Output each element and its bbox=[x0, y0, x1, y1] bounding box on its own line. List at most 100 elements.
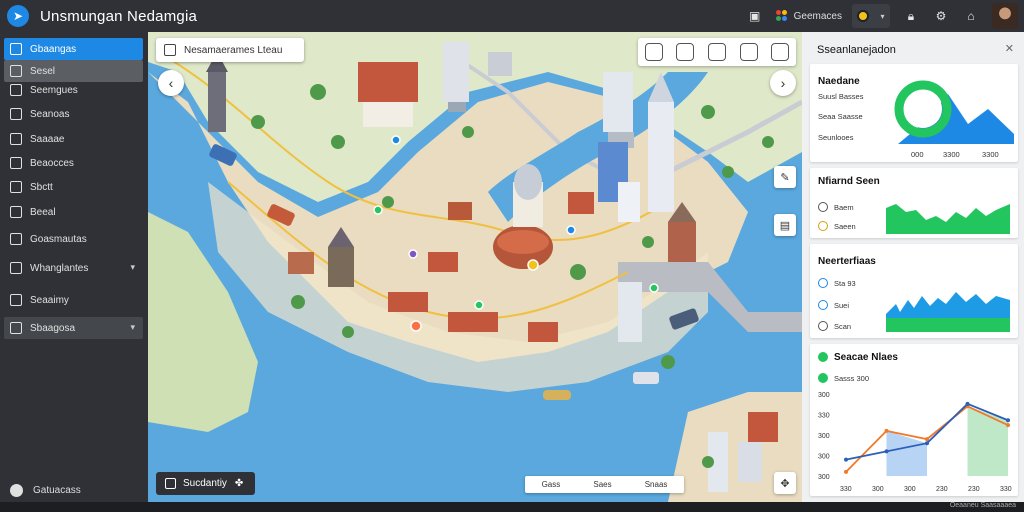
sidebar-item-0[interactable]: Gbaangas bbox=[4, 38, 143, 60]
summary-card: Naedane Suusl Basses Seaa Saasse Seunloo… bbox=[810, 64, 1018, 162]
data-point bbox=[884, 449, 889, 454]
sidebar-item-label: Gbaangas bbox=[30, 43, 77, 55]
app-logo-icon[interactable]: ➤ bbox=[7, 5, 29, 27]
map-illustration bbox=[148, 32, 802, 502]
sidebar-item-6[interactable]: Sbctt bbox=[4, 176, 143, 198]
map-icon bbox=[10, 43, 22, 55]
chart-icon bbox=[10, 181, 22, 193]
card-line: Suusl Basses bbox=[818, 92, 864, 101]
map-ctrl-print[interactable]: ▤ bbox=[774, 214, 796, 236]
radio-label: Suei bbox=[834, 301, 850, 310]
bar-area-chart bbox=[886, 292, 1010, 332]
data-point bbox=[844, 457, 848, 462]
card-title: Nfiarnd Seen bbox=[818, 176, 880, 187]
sidebar-footer-label: Gatuacass bbox=[33, 484, 81, 496]
map-ctrl-pan[interactable]: ✥ bbox=[774, 472, 796, 494]
data-point bbox=[925, 441, 929, 446]
sidebar-item-11[interactable]: Sbaagosa ▾ bbox=[4, 317, 143, 339]
help-icon bbox=[10, 483, 23, 497]
data-point bbox=[844, 469, 848, 474]
info-panel: Sseanlanejadon ✕ Naedane Suusl Basses Se… bbox=[802, 32, 1024, 502]
area-chart-green bbox=[886, 204, 1010, 234]
brand-label: Geemaces bbox=[793, 10, 842, 22]
brand-link[interactable]: Geemaces bbox=[775, 10, 842, 22]
layers-card: Neerterfiaas Sta 93 Suei Scan bbox=[810, 244, 1018, 338]
list-icon bbox=[10, 84, 22, 96]
sidebar-item-3[interactable]: Seanoas bbox=[4, 103, 143, 125]
map-scale-bar: Gass Saes Snaas bbox=[525, 476, 684, 493]
sidebar-item-label: Goasmautas bbox=[30, 233, 87, 245]
sidebar-item-label: Sbaagosa bbox=[30, 322, 76, 334]
radio-option[interactable] bbox=[818, 321, 828, 331]
layers-tool-icon[interactable] bbox=[771, 43, 790, 61]
x-tick-label: 300 bbox=[872, 486, 884, 493]
pencil-icon: ✎ bbox=[780, 171, 790, 184]
sidebar-item-8[interactable]: Goasmautas bbox=[4, 228, 143, 250]
x-tick-label: 300 bbox=[904, 486, 916, 493]
map-ctrl-draw[interactable]: ✎ bbox=[774, 166, 796, 188]
map-search-text: Nesamaerames Lteau bbox=[184, 44, 283, 56]
chevron-down-icon: ▾ bbox=[880, 11, 885, 21]
sidebar-item-label: Sbctt bbox=[30, 181, 53, 193]
y-tick-label: 300 bbox=[818, 474, 830, 481]
map-bottom-panel[interactable]: Sucdantiy ✤ bbox=[156, 472, 255, 495]
map-next-button[interactable]: › bbox=[770, 70, 796, 96]
sidebar-footer[interactable]: Gatuacass bbox=[0, 478, 148, 502]
map-toolbar bbox=[638, 38, 796, 66]
sidebar-item-label: Beaocces bbox=[30, 157, 74, 169]
x-tick-label: 330 bbox=[840, 486, 852, 493]
scale-label: Saes bbox=[593, 480, 612, 489]
status-indicator-icon bbox=[857, 10, 870, 22]
settings-icon[interactable]: ⚙︎ bbox=[930, 5, 952, 27]
status-toggle[interactable]: ▾ bbox=[852, 4, 890, 28]
sidebar-item-10[interactable]: Seaaimy bbox=[4, 289, 143, 311]
sidebar-item-label: Seemgues bbox=[30, 84, 78, 96]
sidebar-item-9[interactable]: Whanglantes ▾ bbox=[4, 257, 143, 279]
card-line: Seaa Saasse bbox=[818, 112, 863, 121]
x-tick-label: 330 bbox=[1000, 486, 1012, 493]
chevron-right-icon: › bbox=[780, 75, 786, 91]
scale-label: Gass bbox=[541, 480, 561, 489]
info-tool-icon[interactable] bbox=[676, 43, 695, 61]
table-icon bbox=[10, 133, 22, 145]
sidebar: Gbaangas Sesel Seemgues Seanoas Saaaae B… bbox=[0, 32, 148, 502]
lock-tool-icon[interactable] bbox=[707, 43, 726, 61]
pin-tool-icon[interactable] bbox=[739, 43, 758, 61]
donut-area-chart bbox=[894, 80, 1014, 144]
data-point bbox=[1006, 418, 1010, 423]
radio-option[interactable] bbox=[818, 221, 828, 231]
radio-option[interactable] bbox=[818, 278, 828, 288]
radio-label: Baem bbox=[834, 203, 854, 212]
radio-option[interactable] bbox=[818, 300, 828, 310]
home-icon[interactable]: ⌂ bbox=[960, 5, 982, 27]
draw-tool-icon[interactable] bbox=[644, 43, 663, 61]
lock-icon[interactable]: 🔒︎ bbox=[900, 5, 922, 27]
chart-area bbox=[967, 406, 1008, 476]
search-icon bbox=[165, 478, 176, 489]
radio-label: Scan bbox=[834, 322, 852, 331]
folder-icon bbox=[10, 262, 22, 274]
data-point bbox=[1006, 423, 1010, 428]
sidebar-item-7[interactable]: Beeal bbox=[4, 201, 143, 223]
app-window: ➤ Unsmungan Nedamgia ▣ Geemaces ▾ 🔒︎ ⚙︎ … bbox=[0, 0, 1024, 512]
y-tick-label: 300 bbox=[818, 454, 830, 461]
map-bottom-label: Sucdantiy bbox=[183, 478, 227, 489]
map-prev-button[interactable]: ‹ bbox=[158, 70, 184, 96]
sidebar-item-label: Saaaae bbox=[30, 133, 65, 145]
close-icon[interactable]: ✕ bbox=[1005, 42, 1014, 55]
briefcase-icon[interactable]: ▣ bbox=[744, 5, 766, 27]
radio-label: Sta 93 bbox=[834, 279, 856, 288]
y-tick-label: 300 bbox=[818, 433, 830, 440]
sidebar-item-4[interactable]: Saaaae bbox=[4, 128, 143, 150]
user-avatar[interactable] bbox=[992, 3, 1018, 29]
radio-label: Saeen bbox=[834, 222, 856, 231]
sidebar-item-2[interactable]: Seemgues bbox=[4, 79, 143, 101]
y-tick-label: 330 bbox=[818, 413, 830, 420]
sidebar-item-5[interactable]: Beaocces bbox=[4, 152, 143, 174]
x-tick-label: 230 bbox=[968, 486, 980, 493]
chevron-left-icon: ‹ bbox=[168, 75, 174, 91]
map-search-bar[interactable]: Nesamaerames Lteau bbox=[156, 38, 304, 62]
radio-option[interactable] bbox=[818, 202, 828, 212]
map-view[interactable]: Nesamaerames Lteau ‹ › ✎ ▤ ✥ Sucdantiy ✤… bbox=[148, 32, 802, 502]
card-title: Neerterfiaas bbox=[818, 256, 876, 267]
